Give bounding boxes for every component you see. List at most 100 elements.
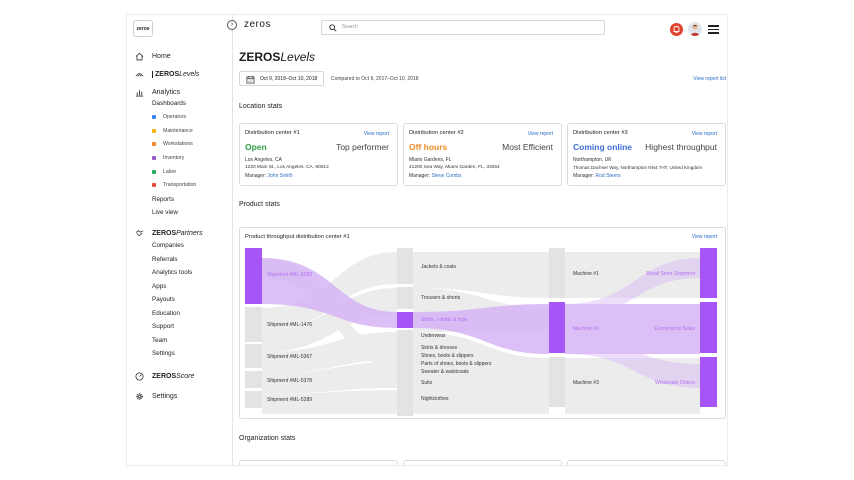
manager-link[interactable]: John Smith — [268, 173, 293, 179]
levels-brand: ZEROS — [155, 70, 180, 78]
address-text: 1220 Main St., Los Angeles, CA, 90012 — [245, 165, 329, 170]
sidebar-item-payouts[interactable]: Payouts — [152, 296, 175, 303]
performance-tag: Highest throughput — [645, 142, 717, 152]
category-node[interactable] — [397, 312, 413, 328]
machine-node[interactable] — [549, 357, 565, 407]
shipment-node[interactable] — [245, 344, 262, 368]
destination-node[interactable] — [700, 302, 717, 353]
partners-brand: ZEROS — [152, 229, 177, 237]
sidebar-item-team[interactable]: Team — [152, 337, 167, 344]
destination-label: Ecommerce Sales — [654, 326, 695, 332]
machine-node[interactable] — [549, 248, 565, 298]
status-text: Off hours — [409, 142, 448, 152]
city-text: Miami Gardens, FL — [409, 157, 452, 163]
partners-suffix: Partners — [176, 229, 203, 237]
bar-chart-icon — [135, 89, 144, 97]
destination-label: Wholesale Orders — [655, 380, 696, 386]
view-report-link[interactable]: View report — [692, 234, 717, 240]
sidebar-item-label: Workstations — [163, 141, 193, 147]
sidebar-item-label: Maintenance — [163, 128, 193, 134]
view-report-link[interactable]: View report — [528, 131, 553, 137]
manager-link[interactable]: Rod Steers — [596, 173, 621, 179]
bell-icon — [673, 26, 680, 33]
sidebar-item-label: Inventory — [163, 155, 185, 161]
sidebar-item-operators[interactable]: Operators — [152, 114, 186, 120]
category-node[interactable] — [397, 248, 413, 284]
category-label: Shoes, boots & slippers — [421, 353, 474, 359]
location-card: Distribution center #3 View report Comin… — [567, 123, 726, 186]
manager-link[interactable]: Steve Combs — [432, 173, 462, 179]
category-label: Suits — [421, 380, 433, 386]
search-input[interactable]: Search — [321, 20, 605, 35]
shipment-node[interactable] — [245, 307, 262, 342]
page-title-italic: Levels — [280, 50, 316, 64]
destination-node[interactable] — [700, 248, 717, 298]
shipment-node[interactable] — [245, 391, 262, 408]
shipment-node[interactable] — [245, 248, 262, 304]
sidebar-item-education[interactable]: Education — [152, 310, 180, 317]
sidebar-item-reports[interactable]: Reports — [152, 196, 174, 203]
workstations-dot — [152, 142, 156, 146]
view-report-list-link[interactable]: View report list — [693, 76, 726, 82]
performance-tag: Most Efficient — [502, 142, 553, 152]
sidebar-item-companies[interactable]: Companies — [152, 242, 184, 249]
sidebar-item-transportation[interactable]: Transportation — [152, 182, 196, 188]
sidebar-item-maintenance[interactable]: Maintenance — [152, 128, 193, 134]
sidebar-item-apps[interactable]: Apps — [152, 283, 166, 290]
sidebar-item-label: ZEROSLevels — [152, 70, 199, 78]
user-photo-icon — [689, 24, 701, 36]
sidebar-item-referrals[interactable]: Referrals — [152, 256, 178, 263]
notification-button[interactable] — [670, 23, 683, 36]
sidebar-item-workstations[interactable]: Workstations — [152, 141, 193, 147]
sidebar-item-label: ZEROSPartners — [152, 230, 203, 237]
avatar[interactable] — [688, 22, 702, 36]
collapse-sidebar-button[interactable]: › — [227, 20, 237, 30]
shipment-label: Shipment #ML-5378 — [267, 378, 312, 384]
category-label: Jackets & coats — [421, 264, 457, 270]
category-node[interactable] — [397, 330, 413, 416]
sidebar-item-partner-settings[interactable]: Settings — [152, 350, 175, 357]
shipment-label: Shipment #ML-5367 — [267, 354, 312, 360]
sidebar-item-label: Operators — [163, 114, 187, 120]
sidebar-item-label: Settings — [152, 392, 178, 400]
sidebar-logo[interactable]: zeros — [133, 20, 153, 37]
sidebar-item-analytics-tools[interactable]: Analytics tools — [152, 269, 192, 276]
manager-line: Manager: John Smith — [245, 173, 293, 179]
hamburger-menu-icon[interactable] — [708, 25, 719, 34]
labor-dot — [152, 170, 156, 174]
organization-card — [403, 460, 562, 465]
sidebar-item-live-view[interactable]: Live view — [152, 209, 178, 216]
date-range-picker[interactable]: Oct 9, 2018–Oct 10, 2018 — [239, 71, 324, 86]
location-card: Distribution center #1 View report Open … — [239, 123, 398, 186]
shipment-node[interactable] — [245, 371, 262, 388]
location-card: Distribution center #2 View report Off h… — [403, 123, 562, 186]
performance-tag: Top performer — [336, 142, 389, 152]
operators-dot — [152, 115, 156, 119]
card-title: Distribution center #3 — [573, 130, 628, 136]
destination-node[interactable] — [700, 357, 717, 407]
sidebar-item-labor[interactable]: Labor — [152, 169, 176, 175]
organization-card — [239, 460, 398, 465]
levels-icon — [135, 72, 144, 77]
gauge-icon — [135, 371, 144, 381]
handshake-icon — [135, 229, 144, 236]
machine-node[interactable] — [549, 302, 565, 353]
view-report-link[interactable]: View report — [364, 131, 389, 137]
category-node[interactable] — [397, 287, 413, 309]
sidebar-item-support[interactable]: Support — [152, 323, 174, 330]
search-icon — [329, 24, 337, 32]
top-bar: › zeros Search — [227, 15, 727, 41]
sidebar-item-label: Home — [152, 52, 171, 60]
address-text: 41200 Sea Way, Miami Garden, FL, 33054 — [409, 165, 500, 170]
shipment-label: Shipment #ML-5289 — [267, 272, 312, 278]
sidebar-item-inventory[interactable]: Inventory — [152, 155, 184, 161]
machine-label: Machine #1 — [573, 271, 599, 277]
status-text: Coming online — [573, 142, 633, 152]
view-report-link[interactable]: View report — [692, 131, 717, 137]
app-window: zeros Home ZEROSLevels Analytics Dashboa… — [127, 15, 727, 465]
page-title-bold: ZEROS — [239, 50, 281, 64]
sidebar-item-dashboards[interactable]: Dashboards — [152, 100, 186, 107]
search-placeholder: Search — [342, 24, 358, 30]
calendar-icon — [246, 75, 255, 84]
manager-line: Manager: Rod Steers — [573, 173, 621, 179]
